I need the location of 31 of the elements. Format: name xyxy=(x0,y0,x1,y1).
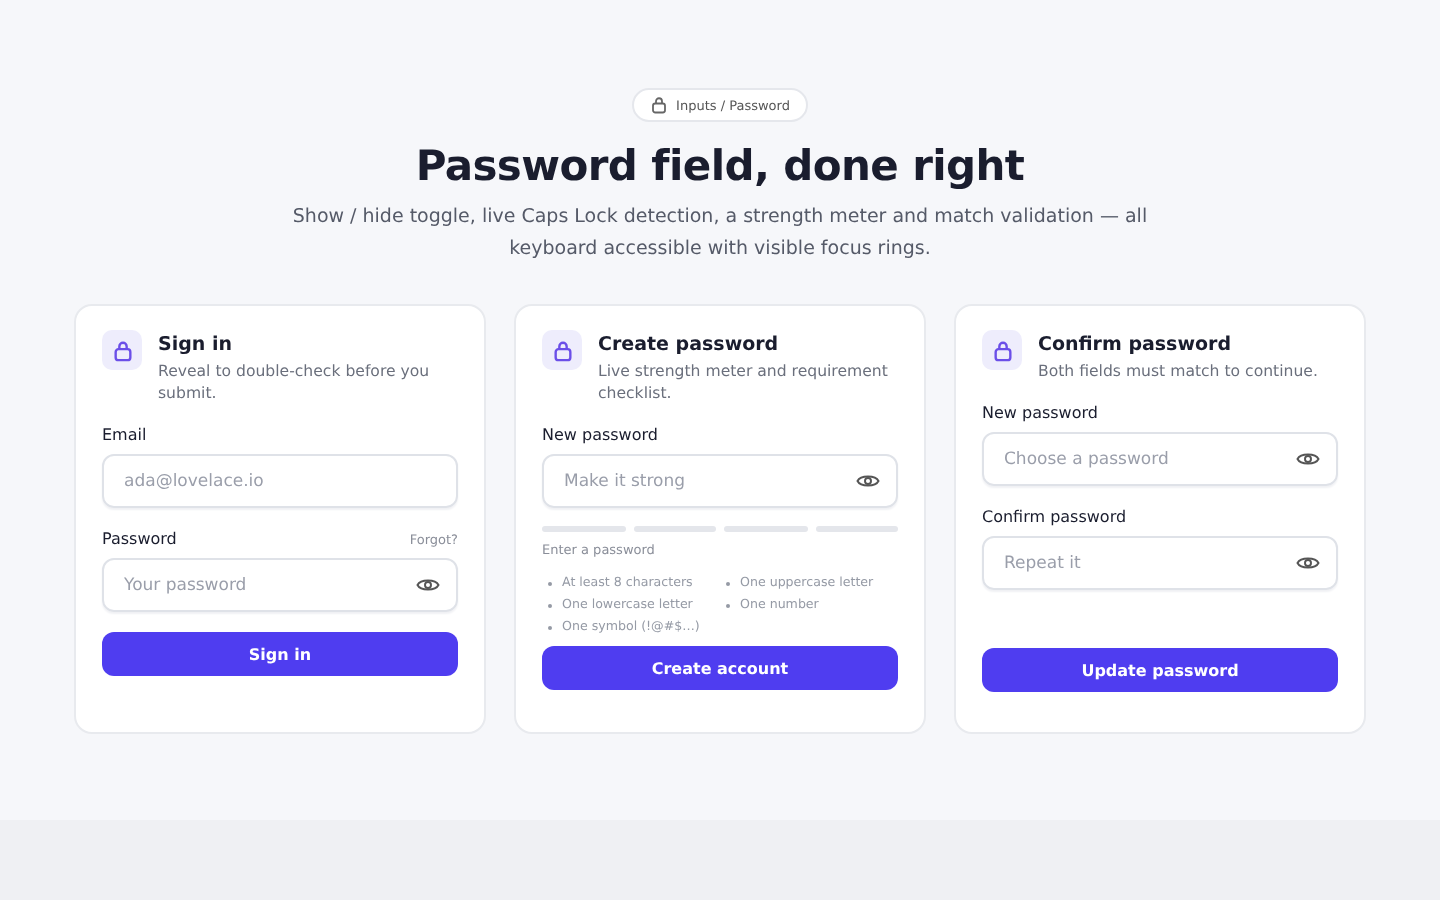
eye-icon[interactable] xyxy=(1296,554,1320,572)
text-input[interactable]: Choose a password xyxy=(1000,447,1296,471)
eye-icon[interactable] xyxy=(416,576,440,594)
lock-icon xyxy=(102,330,142,370)
input-field[interactable]: Make it strong xyxy=(542,454,898,508)
page-title: Password field, done right xyxy=(415,142,1025,190)
text-input[interactable]: Make it strong xyxy=(560,469,856,493)
input-field[interactable]: ada@lovelace.io xyxy=(102,454,458,508)
lock-icon xyxy=(650,96,669,114)
submit-button[interactable]: Create account xyxy=(542,646,898,690)
field-label: Email xyxy=(102,426,147,444)
lock-icon xyxy=(542,330,582,370)
eye-icon[interactable] xyxy=(1296,450,1320,468)
text-input[interactable]: ada@lovelace.io xyxy=(120,469,440,493)
eye-icon[interactable] xyxy=(856,472,880,490)
field-label: New password xyxy=(542,426,658,444)
text-input[interactable]: Repeat it xyxy=(1000,551,1296,575)
submit-button[interactable]: Update password xyxy=(982,648,1338,692)
card-title: Sign in xyxy=(158,334,234,356)
card-title: Create password xyxy=(598,334,781,356)
input-field[interactable]: Repeat it xyxy=(982,536,1338,590)
lock-icon xyxy=(982,330,1022,370)
text-input[interactable]: Your password xyxy=(120,573,416,597)
page-subtitle: Show / hide toggle, live Caps Lock detection, a strength meter and match validation — all keyboard accessible with visible focus rings. xyxy=(290,204,1150,264)
card-title: Confirm password xyxy=(1038,334,1234,356)
field-label: Confirm password xyxy=(982,508,1127,526)
submit-button[interactable]: Sign in xyxy=(102,632,458,676)
input-field[interactable]: Your password xyxy=(102,558,458,612)
field-label: Password xyxy=(102,530,177,548)
field-label: New password xyxy=(982,404,1098,422)
input-field[interactable]: Choose a password xyxy=(982,432,1338,486)
